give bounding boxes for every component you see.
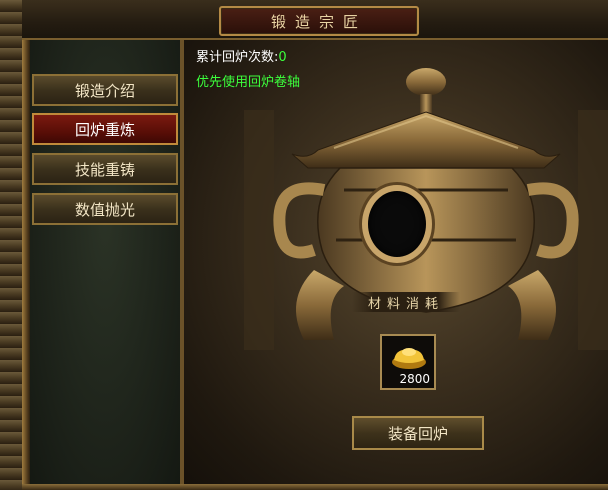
recast-panel: 累计回炉次数:0 优先使用回炉卷轴 材料消耗 2800 装备回炉 <box>184 40 608 484</box>
window-frame-bottom <box>22 484 608 490</box>
equipment-recast-button[interactable]: 装备回炉 <box>352 416 484 450</box>
forge-window: 锻造宗匠 锻造介绍 回炉重炼 技能重铸 数值抛光 累计回炉次数:0 优先使用回炉… <box>0 0 608 490</box>
equipment-slot[interactable] <box>362 185 432 263</box>
material-count: 2800 <box>399 372 430 386</box>
tab-recast[interactable]: 回炉重炼 <box>32 113 178 145</box>
gold-ingot-icon <box>392 348 426 369</box>
window-title-plate: 锻造宗匠 <box>219 6 419 36</box>
recast-count: 累计回炉次数:0 <box>196 46 287 65</box>
tab-forge-intro[interactable]: 锻造介绍 <box>32 74 178 106</box>
window-title: 锻造宗匠 <box>270 12 367 31</box>
recast-count-label: 累计回炉次数: <box>196 50 279 65</box>
scroll-hint: 优先使用回炉卷轴 <box>196 75 301 90</box>
background-edge <box>0 0 24 490</box>
window-frame-left <box>22 0 30 490</box>
recast-count-value: 0 <box>278 50 287 65</box>
sidebar: 锻造介绍 回炉重炼 技能重铸 数值抛光 <box>30 40 184 490</box>
tab-skill-reforge[interactable]: 技能重铸 <box>32 153 178 185</box>
tab-value-polish[interactable]: 数值抛光 <box>32 193 178 225</box>
material-item-slot[interactable]: 2800 <box>380 334 436 390</box>
material-cost-label: 材料消耗 <box>352 292 460 312</box>
